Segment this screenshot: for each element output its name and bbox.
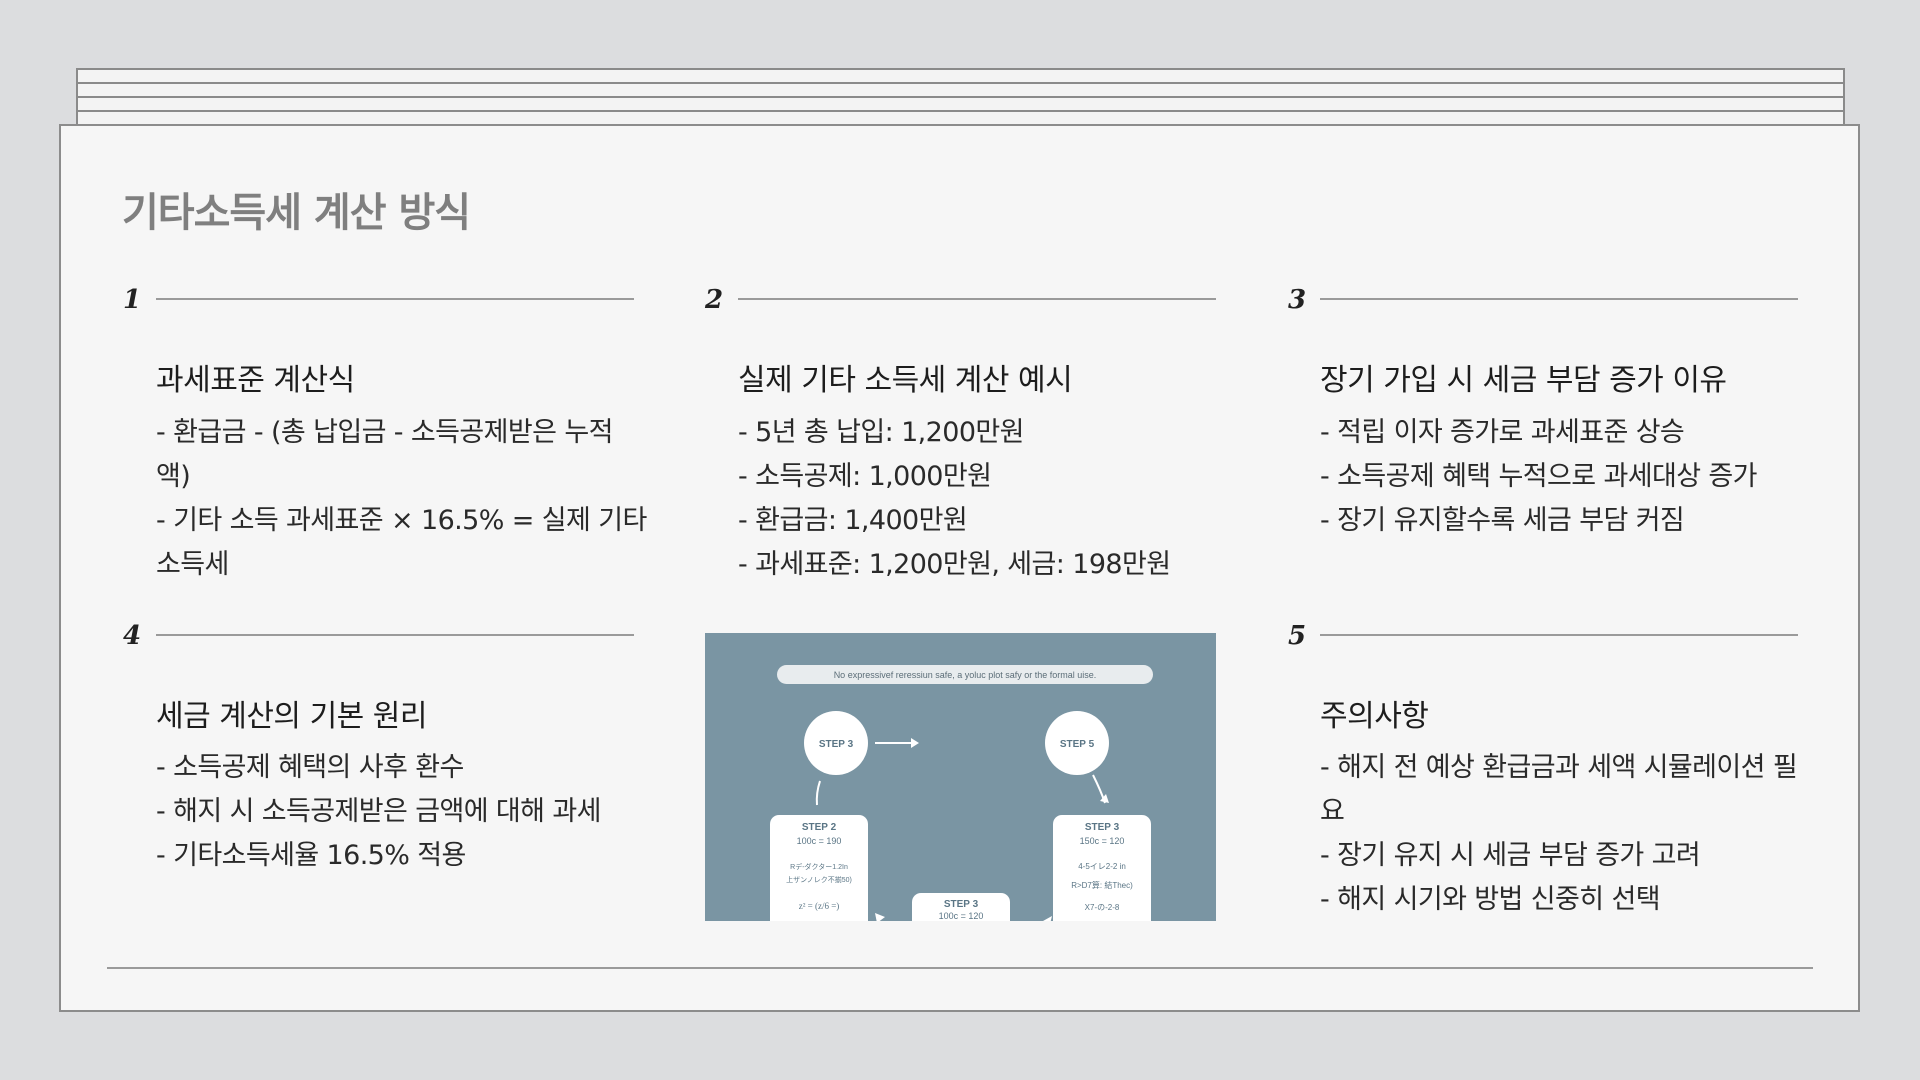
card-number: 5 bbox=[1288, 621, 1307, 651]
card-body: - 해지 전 예상 환급금과 세액 시뮬레이션 필 요 - 장기 유지 시 세금… bbox=[1320, 746, 1798, 922]
card-line: 액) bbox=[156, 461, 191, 492]
card-number: 1 bbox=[123, 285, 142, 315]
footer-divider bbox=[107, 967, 1813, 969]
diagram-box-title: STEP 3 bbox=[1085, 822, 1120, 833]
diagram-box-title: STEP 3 bbox=[944, 899, 979, 910]
card-body: - 적립 이자 증가로 과세표준 상승 - 소득공제 혜택 누적으로 과세대상 … bbox=[1320, 411, 1758, 543]
arrow-head-icon bbox=[911, 738, 919, 748]
card-body: - 소득공제 혜택의 사후 환수 - 해지 시 소득공제받은 금액에 대해 과세… bbox=[156, 746, 601, 878]
diagram-box-line: 4-5イレ2-2 in bbox=[1078, 862, 1126, 871]
card-line: - 장기 유지 시 세금 부담 증가 고려 bbox=[1320, 840, 1701, 871]
paper-stack-edge bbox=[76, 82, 1845, 84]
diagram-circle-right-label: STEP 5 bbox=[1060, 739, 1095, 750]
arrow-head-icon bbox=[1043, 916, 1052, 921]
card-title: 실제 기타 소득세 계산 예시 bbox=[738, 363, 1073, 398]
card-line: - 기타 소득 과세표준 × 16.5% = 실제 기타 bbox=[156, 505, 647, 536]
diagram-box-line: 100c = 120 bbox=[939, 911, 984, 921]
card-divider bbox=[1320, 634, 1798, 636]
card-line: 소득세 bbox=[156, 549, 229, 580]
card-line: - 기타소득세율 16.5% 적용 bbox=[156, 840, 466, 871]
card-divider bbox=[156, 298, 634, 300]
arrow-curve-icon bbox=[815, 780, 821, 806]
diagram-box-line: z² = (z/6 =) bbox=[799, 901, 840, 911]
card-line: - 해지 시기와 방법 신중히 선택 bbox=[1320, 884, 1661, 915]
paper-stack-edge bbox=[76, 96, 1845, 98]
card-line: - 해지 전 예상 환급금과 세액 시뮬레이션 필 bbox=[1320, 752, 1798, 783]
card-number: 2 bbox=[705, 285, 724, 315]
card-title: 주의사항 bbox=[1320, 699, 1429, 734]
card-title: 과세표준 계산식 bbox=[156, 363, 355, 398]
card-title: 장기 가입 시 세금 부담 증가 이유 bbox=[1320, 363, 1727, 398]
card-line: - 과세표준: 1,200만원, 세금: 198만원 bbox=[738, 549, 1171, 580]
card-divider bbox=[1320, 298, 1798, 300]
card-title: 세금 계산의 기본 원리 bbox=[156, 699, 428, 734]
card-divider bbox=[156, 634, 634, 636]
card-number: 3 bbox=[1288, 285, 1307, 315]
process-diagram-image: No expressivef reressiun safe, a yoluc p… bbox=[705, 633, 1216, 921]
card-body: - 환급금 - (총 납입금 - 소득공제받은 누적 액) - 기타 소득 과세… bbox=[156, 411, 647, 587]
diagram-box-line: 150c = 120 bbox=[1080, 836, 1125, 846]
paper-stack-edge bbox=[76, 68, 1845, 70]
card-line: - 5년 총 납입: 1,200만원 bbox=[738, 417, 1024, 448]
card-body: - 5년 총 납입: 1,200만원 - 소득공제: 1,000만원 - 환급금… bbox=[738, 411, 1171, 587]
card-line: - 환급금: 1,400만원 bbox=[738, 505, 968, 536]
card-number: 4 bbox=[123, 621, 142, 651]
paper-stack-side bbox=[76, 68, 78, 124]
diagram-box-line: X7-の-2-8 bbox=[1085, 903, 1120, 912]
paper-stack-side bbox=[1843, 68, 1845, 124]
card-line: - 적립 이자 증가로 과세표준 상승 bbox=[1320, 417, 1685, 448]
card-line: - 환급금 - (총 납입금 - 소득공제받은 누적 bbox=[156, 417, 613, 448]
diagram-circle-left-label: STEP 3 bbox=[819, 739, 854, 750]
card-line: - 소득공제 혜택 누적으로 과세대상 증가 bbox=[1320, 461, 1758, 492]
diagram-box-line: 100c = 190 bbox=[797, 836, 842, 846]
arrow-head-icon bbox=[875, 913, 885, 921]
diagram-box-line: 上ザンノレク不揃50) bbox=[786, 875, 852, 884]
card-divider bbox=[738, 298, 1216, 300]
diagram-banner-text: No expressivef reressiun safe, a yoluc p… bbox=[834, 670, 1097, 680]
paper-stack-edge bbox=[76, 110, 1845, 112]
diagram-box-line: R>D7算: 結Thec) bbox=[1071, 880, 1133, 890]
card-line: 요 bbox=[1320, 796, 1345, 827]
card-line: - 소득공제 혜택의 사후 환수 bbox=[156, 752, 464, 783]
diagram-box-title: STEP 2 bbox=[802, 822, 837, 833]
page-title: 기타소득세 계산 방식 bbox=[122, 190, 471, 236]
card-line: - 해지 시 소득공제받은 금액에 대해 과세 bbox=[156, 796, 601, 827]
card-line: - 장기 유지할수록 세금 부담 커짐 bbox=[1320, 505, 1685, 536]
card-line: - 소득공제: 1,000만원 bbox=[738, 461, 992, 492]
diagram-box-line: Rデ-ダクター1.2In bbox=[790, 862, 848, 871]
